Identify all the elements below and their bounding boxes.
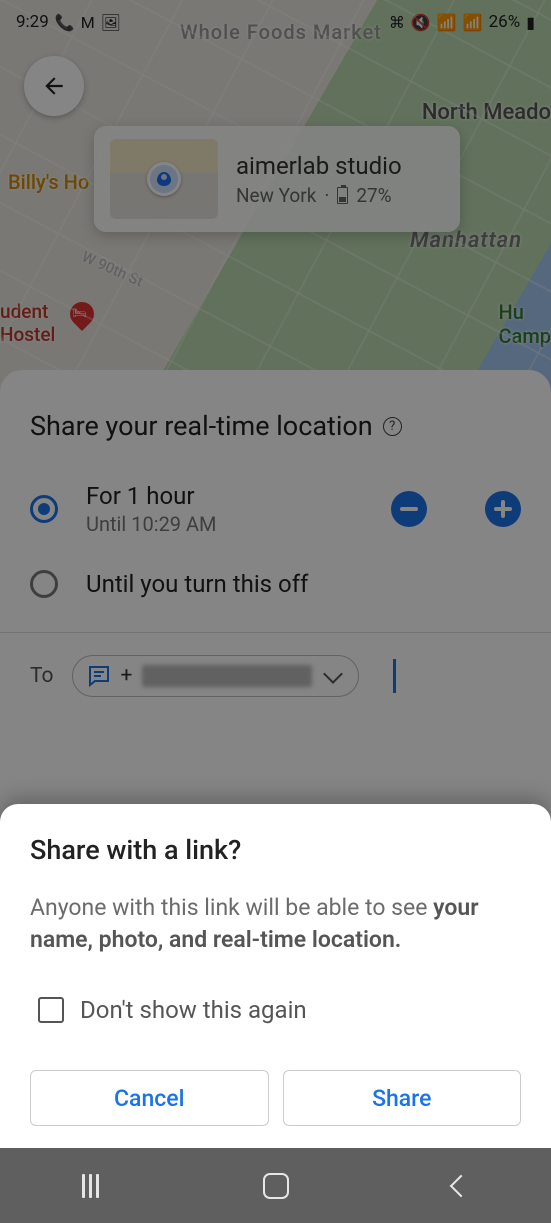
nav-home-button[interactable] — [263, 1173, 289, 1199]
android-nav-bar — [0, 1148, 551, 1223]
share-link-dialog: Share with a link? Anyone with this link… — [0, 804, 551, 1148]
checkbox-unchecked-icon[interactable] — [38, 997, 64, 1023]
nav-back-button[interactable] — [450, 1174, 473, 1197]
nav-recents-button[interactable] — [82, 1174, 99, 1198]
dialog-body: Anyone with this link will be able to se… — [30, 892, 521, 956]
cancel-button[interactable]: Cancel — [30, 1070, 269, 1126]
dialog-title: Share with a link? — [30, 834, 521, 866]
checkbox-label: Don't show this again — [80, 996, 307, 1024]
dont-show-again-row[interactable]: Don't show this again — [30, 996, 521, 1024]
share-button[interactable]: Share — [283, 1070, 522, 1126]
